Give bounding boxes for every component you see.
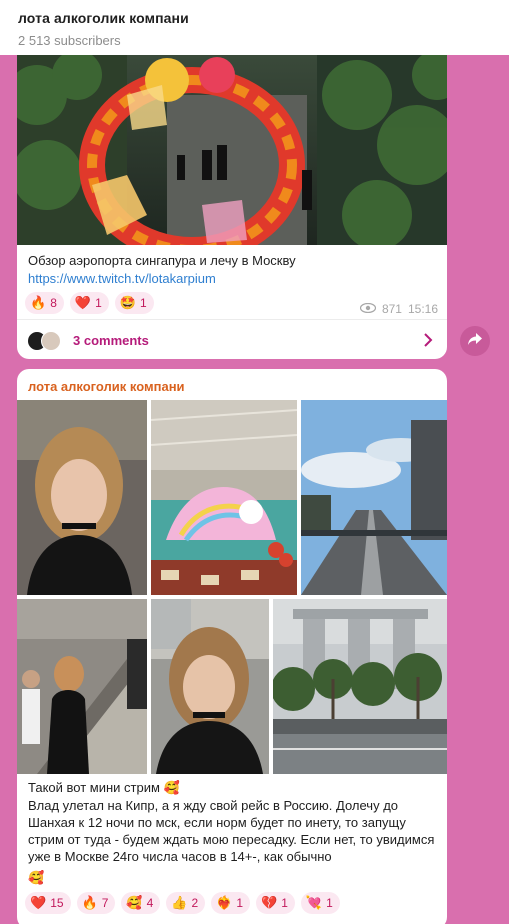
view-count: 871 xyxy=(381,302,402,316)
post-photo-airport-flower-arch[interactable] xyxy=(17,55,447,245)
reaction-heart[interactable]: ❤️ 1 xyxy=(69,292,109,314)
post-photo-unicorn-display[interactable] xyxy=(151,400,297,595)
post-caption-end-emoji: 🥰 xyxy=(28,870,45,885)
reaction-smiling-hearts[interactable]: 🥰 4 xyxy=(121,892,161,914)
reaction-starstruck[interactable]: 🤩 1 xyxy=(114,292,154,314)
reaction-heart-on-fire[interactable]: ❤️‍🔥 1 xyxy=(211,892,251,914)
share-button[interactable] xyxy=(460,326,490,356)
message-post-1: Обзор аэропорта сингапура и лечу в Москв… xyxy=(17,55,447,359)
reaction-heart-arrow[interactable]: 💘 1 xyxy=(300,892,340,914)
post-caption-body: Влад улетал на Кипр, а я жду свой рейс в… xyxy=(28,798,435,864)
reaction-fire[interactable]: 🔥 7 xyxy=(76,892,116,914)
post-caption: Обзор аэропорта сингапура и лечу в Москв… xyxy=(28,253,296,268)
channel-header[interactable]: лота алкоголик компани 2 513 subscribers xyxy=(0,0,509,55)
post-photo-skytrain-view[interactable] xyxy=(301,400,447,595)
post-photo-selfie-1[interactable] xyxy=(17,400,147,595)
reaction-fire[interactable]: 🔥 8 xyxy=(25,292,64,314)
reactions-row: ❤️ 15 🔥 7 🥰 4 👍 2 ❤️‍🔥 1 💔 1 💘 1 xyxy=(25,892,340,914)
post-author: лота алкоголик компани xyxy=(28,379,185,394)
message-post-2: лота алкоголик компани Такой вот мини ст… xyxy=(17,369,447,924)
comments-button[interactable]: 3 comments xyxy=(17,319,447,359)
commenter-avatar-2 xyxy=(41,330,61,351)
share-arrow-icon xyxy=(467,332,483,351)
post-photo-escalator[interactable] xyxy=(17,599,147,774)
eye-icon xyxy=(359,302,377,316)
subscriber-count: 2 513 subscribers xyxy=(18,33,121,48)
chevron-right-icon xyxy=(423,333,433,352)
reactions-row: 🔥 8 ❤️ 1 🤩 1 xyxy=(25,292,154,314)
reaction-heart[interactable]: ❤️ 15 xyxy=(25,892,71,914)
reaction-thumbs-up[interactable]: 👍 2 xyxy=(166,892,206,914)
stream-link[interactable]: https://www.twitch.tv/lotakarpium xyxy=(28,270,216,287)
post-photo-marina-bay-sands[interactable] xyxy=(273,599,447,774)
post-caption-title: Такой вот мини стрим 🥰 xyxy=(28,780,180,795)
post-time: 15:16 xyxy=(407,302,438,316)
channel-title: лота алкоголик компани xyxy=(18,10,189,26)
post-meta: 871 15:16 xyxy=(359,302,438,316)
post-photo-selfie-2[interactable] xyxy=(151,599,269,774)
comments-count: 3 comments xyxy=(73,333,149,348)
reaction-broken-heart[interactable]: 💔 1 xyxy=(256,892,295,914)
